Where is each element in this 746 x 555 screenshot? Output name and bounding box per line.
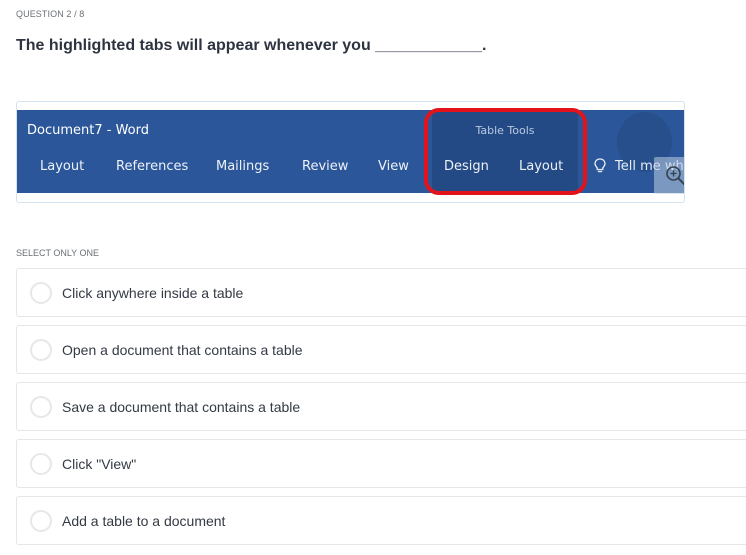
window-title: Document7 - Word (27, 123, 149, 138)
ribbon-tab-mailings: Mailings (216, 159, 270, 174)
question-image: Document7 - Word Table Tools Layout Refe… (16, 101, 685, 203)
question-counter: QUESTION 2 / 8 (16, 9, 85, 19)
zoom-image-button[interactable] (654, 157, 684, 194)
select-instruction: SELECT ONLY ONE (16, 248, 100, 258)
ribbon-tab-review: Review (302, 159, 349, 174)
ribbon-tab-design: Design (444, 159, 489, 174)
answer-option[interactable]: Click anywhere inside a table (16, 268, 746, 317)
radio-button[interactable] (30, 510, 52, 532)
radio-button[interactable] (30, 396, 52, 418)
radio-button[interactable] (30, 282, 52, 304)
lightbulb-icon (594, 158, 606, 173)
radio-button[interactable] (30, 453, 52, 475)
question-prompt: The highlighted tabs will appear wheneve… (16, 37, 487, 54)
answer-option[interactable]: Save a document that contains a table (16, 382, 746, 431)
answer-option-label: Save a document that contains a table (62, 399, 301, 415)
ribbon-tab-layout: Layout (40, 159, 85, 174)
answer-option[interactable]: Click "View" (16, 439, 746, 488)
word-ribbon-screenshot: Document7 - Word Table Tools Layout Refe… (17, 110, 684, 193)
answer-option-label: Click "View" (62, 456, 137, 472)
table-tools-group: Table Tools (432, 110, 578, 193)
ribbon-tab-references: References (116, 159, 189, 174)
answer-option[interactable]: Add a table to a document (16, 496, 746, 545)
answer-option-label: Click anywhere inside a table (62, 285, 244, 301)
radio-button[interactable] (30, 339, 52, 361)
zoom-in-icon (666, 166, 684, 186)
answer-option-label: Add a table to a document (62, 513, 226, 529)
ribbon-tab-table-layout: Layout (519, 159, 564, 174)
answer-option[interactable]: Open a document that contains a table (16, 325, 746, 374)
table-tools-label: Table Tools (475, 124, 535, 137)
ribbon-tab-view: View (378, 159, 409, 174)
answer-option-label: Open a document that contains a table (62, 342, 303, 358)
